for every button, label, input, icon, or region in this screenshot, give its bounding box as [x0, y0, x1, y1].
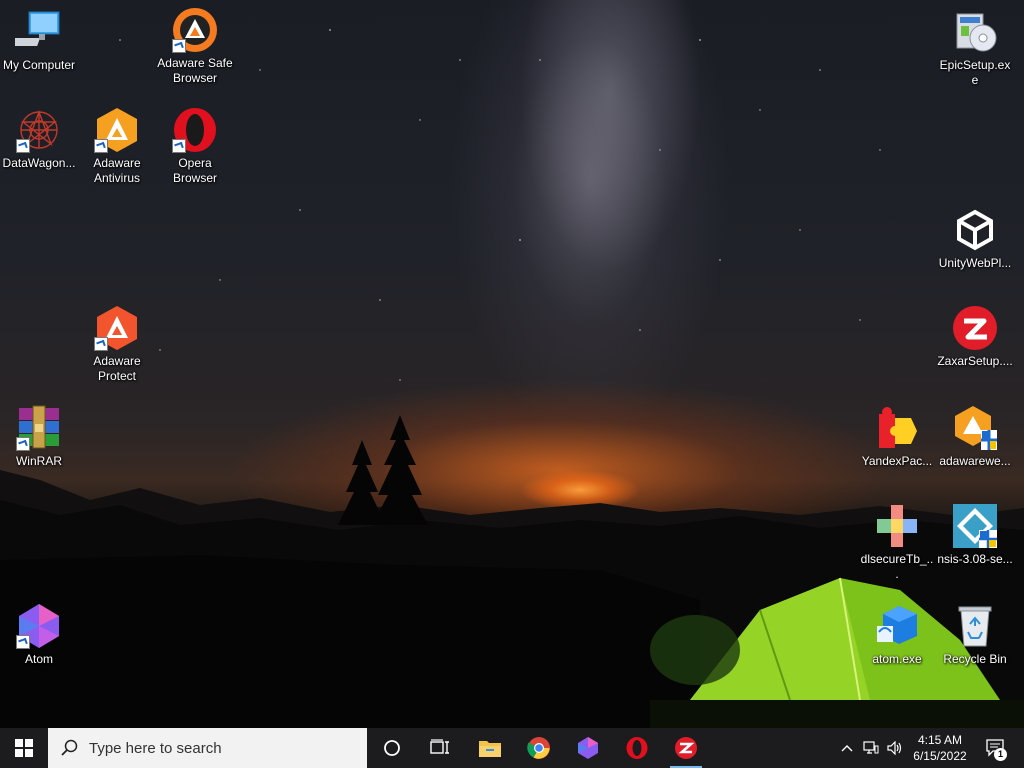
opera-icon [171, 106, 219, 154]
desktop-icon-opera-browser[interactable]: Opera Browser [157, 106, 233, 186]
network-button[interactable] [860, 728, 882, 768]
winrar-icon [15, 404, 63, 452]
clock-date: 6/15/2022 [913, 749, 967, 763]
icon-label: ZaxarSetup.... [937, 354, 1013, 368]
dlsecure-icon [873, 502, 921, 550]
icon-label: dlsecureTb_... [860, 552, 934, 581]
adaware-browser-icon [171, 6, 219, 54]
cortana-icon [384, 740, 400, 756]
shortcut-arrow-icon [172, 139, 186, 153]
file-explorer-icon [479, 741, 501, 757]
desktop-icon-dlsecuretb[interactable]: dlsecureTb_... [859, 502, 935, 582]
desktop-icon-zaxarsetup[interactable]: ZaxarSetup.... [937, 304, 1013, 369]
shortcut-arrow-icon [94, 139, 108, 153]
chrome-icon [527, 737, 550, 759]
network-icon [863, 741, 879, 754]
icon-label: nsis-3.08-se... [937, 552, 1013, 566]
atom-installer-icon [873, 602, 921, 650]
icon-label: My Computer [2, 58, 76, 72]
search-placeholder: Type here to search [89, 739, 222, 757]
windows-logo-icon [15, 739, 33, 757]
opera-icon [626, 737, 648, 759]
datawagon-icon [15, 106, 63, 154]
zaxar-icon [675, 737, 697, 759]
search-icon [61, 739, 78, 756]
taskbar-search-box[interactable]: Type here to search [48, 728, 367, 768]
adaware-web-installer-icon [951, 404, 999, 452]
desktop-icon-my-computer[interactable]: My Computer [1, 8, 77, 73]
clock-time: 4:15 AM [917, 733, 963, 747]
taskbar-opera[interactable] [613, 728, 661, 768]
taskbar-chrome[interactable] [515, 728, 563, 768]
desktop-icon-winrar[interactable]: WinRAR [1, 404, 77, 469]
notification-count-badge: 1 [994, 748, 1007, 761]
icon-label: Adaware Protect [93, 354, 141, 383]
taskbar-zaxar[interactable] [662, 728, 710, 768]
desktop-icon-atom[interactable]: Atom [1, 602, 77, 667]
shortcut-arrow-icon [16, 139, 30, 153]
shortcut-arrow-icon [94, 337, 108, 351]
adaware-protect-icon [93, 304, 141, 352]
unity-icon [951, 206, 999, 254]
task-view-icon [430, 739, 449, 754]
desktop-icon-epicsetup[interactable]: EpicSetup.exe [937, 8, 1013, 88]
icon-label: Opera Browser [172, 156, 217, 185]
taskbar: Type here to search 4:15 AM 6/15/2022 1 [0, 728, 1024, 768]
task-view-button[interactable] [416, 728, 464, 768]
taskbar-file-explorer[interactable] [466, 728, 514, 768]
adaware-antivirus-icon [93, 106, 141, 154]
icon-label: atom.exe [872, 652, 922, 666]
shortcut-arrow-icon [16, 437, 30, 451]
show-hidden-icons-button[interactable] [836, 728, 858, 768]
desktop-icon-adaware-safe-browser[interactable]: Adaware Safe Browser [157, 6, 233, 86]
chevron-up-icon [841, 745, 853, 752]
clock-button[interactable]: 4:15 AM 6/15/2022 [905, 728, 975, 768]
desktop-icon-datawagon[interactable]: DataWagon... [1, 106, 77, 171]
start-button[interactable] [0, 728, 48, 768]
icon-label: Recycle Bin [943, 652, 1007, 666]
atom-icon [15, 602, 63, 650]
icon-label: adawarewe... [939, 454, 1011, 468]
desktop-icon-recycle-bin[interactable]: Recycle Bin [937, 602, 1013, 667]
action-center-button[interactable]: 1 [976, 728, 1016, 768]
desktop-icon-adaware-antivirus[interactable]: Adaware Antivirus [79, 106, 155, 186]
computer-icon [15, 8, 63, 56]
speaker-icon [887, 741, 902, 755]
icon-label: Atom [24, 652, 53, 666]
shortcut-arrow-icon [16, 635, 30, 649]
desktop-icon-yandexpack[interactable]: YandexPac... [859, 404, 935, 469]
installer-disc-icon [951, 8, 999, 56]
icon-label: WinRAR [15, 454, 62, 468]
shortcut-arrow-icon [172, 39, 186, 53]
icon-label: UnityWebPl... [938, 256, 1012, 270]
desktop-icon-adaware-protect[interactable]: Adaware Protect [79, 304, 155, 384]
cortana-button[interactable] [368, 728, 416, 768]
zaxar-icon [951, 304, 999, 352]
taskbar-atom[interactable] [564, 728, 612, 768]
icon-label: Adaware Safe Browser [157, 56, 233, 85]
atom-icon [578, 737, 598, 759]
recycle-bin-icon [951, 602, 999, 650]
desktop-icon-nsis-setup[interactable]: nsis-3.08-se... [937, 502, 1013, 567]
icon-label: DataWagon... [2, 156, 76, 170]
desktop-icon-unitywebplayer[interactable]: UnityWebPl... [937, 206, 1013, 271]
desktop-icon-atom-exe[interactable]: atom.exe [859, 602, 935, 667]
nsis-icon [951, 502, 999, 550]
volume-button[interactable] [884, 728, 906, 768]
desktop-icon-adawarewebinstaller[interactable]: adawarewe... [937, 404, 1013, 469]
icon-label: YandexPac... [861, 454, 933, 468]
yandex-puzzle-icon [873, 404, 921, 452]
icon-label: Adaware Antivirus [93, 156, 141, 185]
icon-label: EpicSetup.exe [939, 58, 1011, 87]
